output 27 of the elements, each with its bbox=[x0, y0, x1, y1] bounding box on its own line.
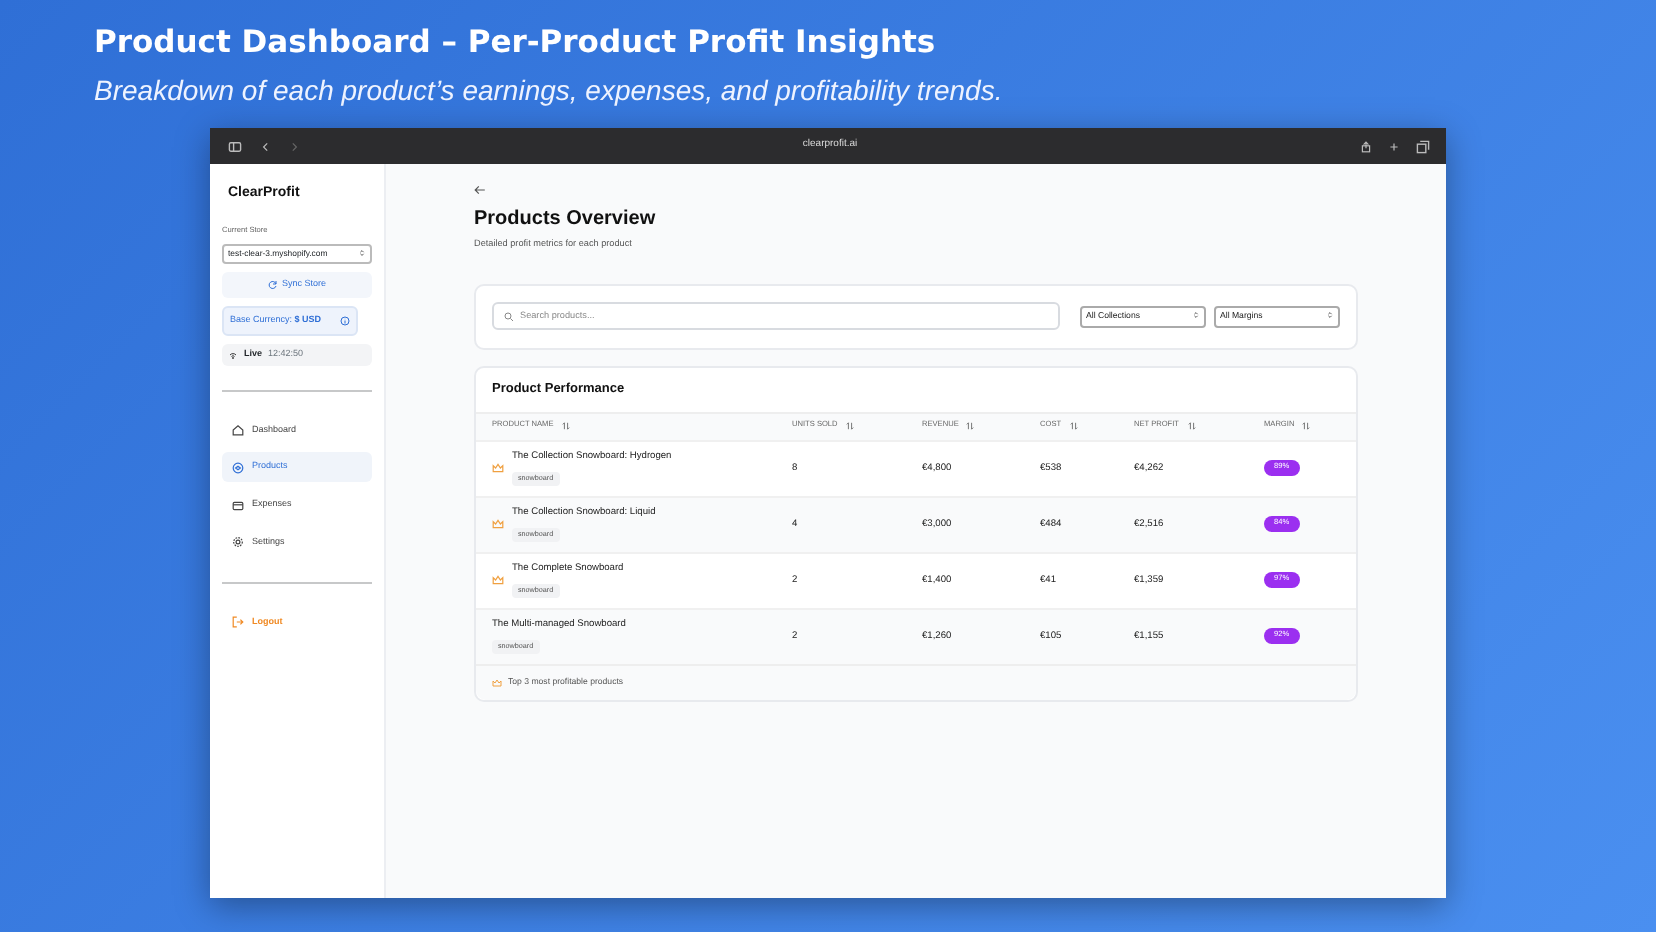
back-icon[interactable] bbox=[260, 139, 272, 153]
headline-title: Product Dashboard – Per-Product Profit Insights bbox=[94, 22, 936, 64]
headline-subtitle: Breakdown of each product’s earnings, expenses, and profitability trends. bbox=[94, 76, 1003, 106]
tabs-icon[interactable] bbox=[1416, 139, 1431, 153]
home-icon bbox=[232, 424, 244, 437]
logout-icon bbox=[232, 616, 244, 629]
credit-card-icon bbox=[232, 499, 244, 512]
info-icon[interactable] bbox=[340, 316, 350, 327]
sort-icon bbox=[1187, 422, 1196, 431]
sort-icon bbox=[845, 422, 854, 431]
page-title: Products Overview bbox=[474, 206, 658, 234]
refresh-icon bbox=[267, 280, 278, 291]
plus-icon[interactable] bbox=[1388, 139, 1401, 153]
signal-icon bbox=[228, 349, 238, 360]
back-arrow-icon[interactable] bbox=[474, 184, 486, 196]
sidebar-toggle-icon[interactable] bbox=[226, 139, 244, 153]
select-caret-icon bbox=[1326, 310, 1334, 321]
crown-icon bbox=[492, 677, 502, 688]
select-caret-icon bbox=[1192, 310, 1200, 321]
sort-icon bbox=[1302, 422, 1311, 431]
select-caret-icon bbox=[358, 248, 366, 259]
gear-icon bbox=[232, 536, 244, 549]
sort-icon bbox=[561, 422, 570, 431]
search-icon bbox=[504, 311, 514, 322]
sort-icon bbox=[966, 422, 975, 431]
sort-icon bbox=[1069, 422, 1078, 431]
share-icon[interactable] bbox=[1360, 139, 1373, 153]
